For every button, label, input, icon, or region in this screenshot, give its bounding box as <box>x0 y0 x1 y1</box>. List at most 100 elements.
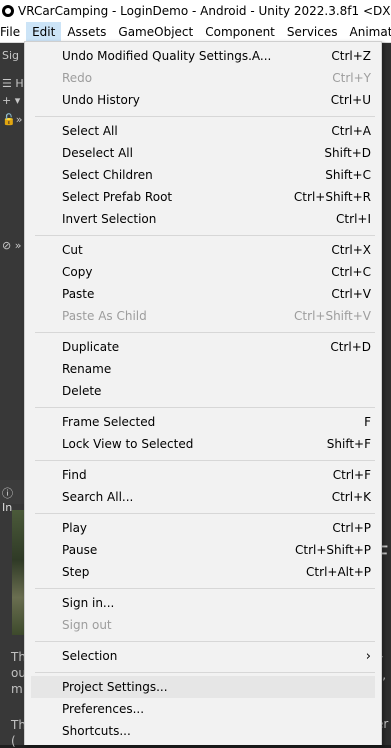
menu-item-frame-selected[interactable]: Frame Selected F <box>31 411 375 433</box>
item-label: Invert Selection <box>62 212 156 226</box>
menu-file[interactable]: File <box>0 22 26 42</box>
menu-item-pause[interactable]: Pause Ctrl+Shift+P <box>31 539 375 561</box>
item-label: Project Settings... <box>62 680 168 694</box>
item-label: Undo Modified Quality Settings.A... <box>62 49 271 63</box>
item-label: Deselect All <box>62 146 133 160</box>
item-label: Duplicate <box>62 340 119 354</box>
menu-item-deselect-all[interactable]: Deselect All Shift+D <box>31 142 375 164</box>
item-label: Sign out <box>62 618 112 632</box>
menu-item-undo-history[interactable]: Undo History Ctrl+U <box>31 89 375 111</box>
menu-item-lock-view[interactable]: Lock View to Selected Shift+F <box>31 433 375 455</box>
menu-item-select-all[interactable]: Select AllCtrl+A <box>31 120 375 142</box>
item-label: Lock View to Selected <box>62 437 193 451</box>
menu-item-paste-as-child[interactable]: Paste As Child Ctrl+Shift+V <box>31 305 375 327</box>
inspector-tab-fragment[interactable]: ⓘ In <box>0 480 25 504</box>
menu-item-cut[interactable]: Cut Ctrl+X <box>31 239 375 261</box>
item-shortcut: Shift+D <box>324 146 371 160</box>
item-label: Play <box>62 521 87 535</box>
item-shortcut: Ctrl+V <box>331 287 371 301</box>
item-label: Step <box>62 565 89 579</box>
menu-item-paste[interactable]: Paste Ctrl+V <box>31 283 375 305</box>
item-shortcut: Ctrl+Shift+R <box>294 190 371 204</box>
main-menu-bar: File Edit Assets GameObject Component Se… <box>0 22 391 43</box>
menu-item-play[interactable]: PlayCtrl+P <box>31 517 375 539</box>
scene-tab-fragment[interactable]: Sig <box>0 49 25 67</box>
window-title: VRCarCamping - LoginDemo - Android - Uni… <box>18 4 391 18</box>
menu-item-select-children[interactable]: Select Children Shift+C <box>31 164 375 186</box>
item-label: Undo History <box>62 93 140 107</box>
item-shortcut: F <box>364 415 371 429</box>
item-label: Selection <box>62 649 117 663</box>
menu-separator <box>35 460 375 461</box>
menu-separator <box>35 641 375 642</box>
menu-separator <box>35 672 375 673</box>
lock-icon-fragment[interactable]: 🔓» <box>0 113 25 131</box>
menu-item-select-prefab-root[interactable]: Select Prefab Root Ctrl+Shift+R <box>31 186 375 208</box>
menu-item-sign-in[interactable]: Sign in... <box>31 592 375 614</box>
description-fragment-3: m <box>11 682 23 696</box>
description-fragment-5: ( <box>11 734 16 748</box>
item-label: Paste <box>62 287 94 301</box>
menu-gameobject[interactable]: GameObject <box>112 22 199 42</box>
menu-item-copy[interactable]: Copy Ctrl+C <box>31 261 375 283</box>
item-shortcut: Ctrl+Shift+P <box>295 543 371 557</box>
item-shortcut: Ctrl+Alt+P <box>306 565 371 579</box>
menu-component[interactable]: Component <box>199 22 281 42</box>
menu-item-project-settings[interactable]: Project Settings... <box>31 676 375 698</box>
menu-separator <box>35 513 375 514</box>
chevron-right-icon: › <box>366 649 371 664</box>
item-shortcut: Shift+F <box>327 437 371 451</box>
menu-item-step[interactable]: Step Ctrl+Alt+P <box>31 561 375 583</box>
menu-item-redo[interactable]: Redo Ctrl+Y <box>31 67 375 89</box>
menu-item-delete[interactable]: Delete <box>31 380 375 402</box>
item-label: Paste As Child <box>62 309 147 323</box>
item-label: Frame Selected <box>62 415 155 429</box>
item-label: Redo <box>62 71 92 85</box>
item-shortcut: Ctrl+Z <box>331 49 371 63</box>
item-label: Shortcuts... <box>62 724 131 738</box>
unity-logo-icon <box>2 5 14 17</box>
item-shortcut: Ctrl+K <box>332 490 371 504</box>
menu-item-selection[interactable]: Selection › <box>31 645 375 667</box>
menu-separator <box>35 235 375 236</box>
item-shortcut: Ctrl+Shift+V <box>294 309 371 323</box>
item-shortcut: Ctrl+C <box>331 265 371 279</box>
menu-item-find[interactable]: Find Ctrl+F <box>31 464 375 486</box>
item-label: Pause <box>62 543 97 557</box>
item-label: Find <box>62 468 87 482</box>
item-shortcut: Ctrl+I <box>336 212 371 226</box>
item-shortcut: Ctrl+X <box>331 243 371 257</box>
add-button-fragment[interactable]: + ▾ <box>0 94 25 112</box>
menu-item-preferences[interactable]: Preferences... <box>31 698 375 720</box>
menu-item-rename[interactable]: Rename <box>31 358 375 380</box>
menu-edit[interactable]: Edit <box>26 22 61 42</box>
item-label: Select Children <box>62 168 153 182</box>
item-shortcut: Ctrl+F <box>333 468 371 482</box>
item-shortcut: Ctrl+D <box>330 340 371 354</box>
hierarchy-tab-fragment[interactable]: ☰ H <box>0 77 25 95</box>
item-label: Copy <box>62 265 92 279</box>
item-shortcut: Shift+C <box>325 168 371 182</box>
menu-item-sign-out[interactable]: Sign out <box>31 614 375 636</box>
menu-item-search-all[interactable]: Search All...Ctrl+K <box>31 486 375 508</box>
item-shortcut: Ctrl+U <box>331 93 371 107</box>
menu-item-undo[interactable]: Undo Modified Quality Settings.A... Ctrl+… <box>31 45 375 67</box>
menu-animation[interactable]: Animation R <box>344 22 391 42</box>
menu-item-invert-selection[interactable]: Invert Selection Ctrl+I <box>31 208 375 230</box>
menu-separator <box>35 116 375 117</box>
item-shortcut: Ctrl+Y <box>332 71 371 85</box>
visibility-icon-fragment[interactable]: ⊘ » <box>0 239 25 257</box>
menu-assets[interactable]: Assets <box>61 22 112 42</box>
menu-item-shortcuts[interactable]: Shortcuts... <box>31 720 375 742</box>
item-label: Select Prefab Root <box>62 190 172 204</box>
menu-separator <box>35 407 375 408</box>
item-label: Rename <box>62 362 111 376</box>
menu-item-duplicate[interactable]: Duplicate Ctrl+D <box>31 336 375 358</box>
item-label: Cut <box>62 243 83 257</box>
item-label: Select All <box>62 124 118 138</box>
menu-separator <box>35 588 375 589</box>
item-label: Sign in... <box>62 596 114 610</box>
item-label: Delete <box>62 384 101 398</box>
menu-services[interactable]: Services <box>281 22 344 42</box>
item-label: Preferences... <box>62 702 144 716</box>
